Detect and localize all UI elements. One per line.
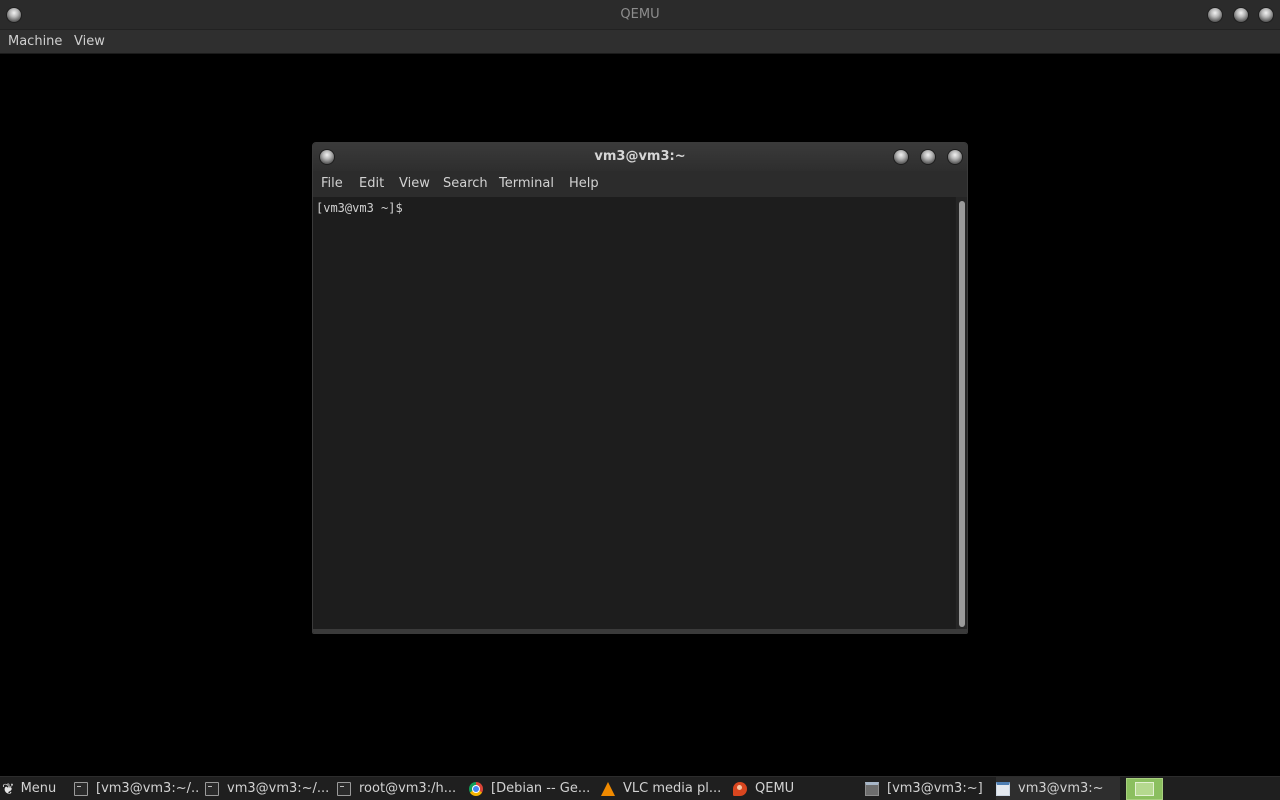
- terminal-window: vm3@vm3:~ File Edit View Search Terminal…: [312, 142, 968, 634]
- terminal-scrollbar-thumb[interactable]: [959, 201, 965, 627]
- terminal-bottom-border: [313, 629, 967, 633]
- terminal-menubar: File Edit View Search Terminal Help: [313, 171, 967, 197]
- taskbar-item-label: QEMU: [755, 781, 795, 796]
- start-menu-label: Menu: [20, 781, 57, 796]
- menu-search[interactable]: Search: [443, 176, 488, 191]
- menu-machine[interactable]: Machine: [8, 34, 62, 49]
- qemu-window-title: QEMU: [620, 7, 660, 22]
- menu-view[interactable]: View: [399, 176, 430, 191]
- terminal-icon: [74, 781, 88, 796]
- taskbar-item-label: vm3@vm3:~: [1018, 781, 1104, 796]
- taskbar-item-label: VLC media pl...: [623, 781, 722, 796]
- terminal-maximize-button[interactable]: [921, 150, 935, 164]
- terminal-scrollbar[interactable]: [956, 197, 967, 633]
- mint-leaf-icon: ❦: [2, 779, 15, 798]
- menu-help[interactable]: Help: [569, 176, 599, 191]
- menu-file[interactable]: File: [321, 176, 343, 191]
- terminal-text-area[interactable]: [vm3@vm3 ~]$: [313, 197, 955, 633]
- chrome-icon: [469, 781, 483, 796]
- taskbar-item-label: vm3@vm3:~/...: [227, 781, 329, 796]
- menu-view[interactable]: View: [74, 34, 105, 49]
- start-menu-button[interactable]: ❦ Menu: [2, 777, 66, 800]
- taskbar-item[interactable]: [vm3@vm3:~]: [865, 777, 989, 800]
- taskbar-item[interactable]: root@vm3:/h...: [337, 777, 461, 800]
- qemu-menubar: Machine View: [0, 30, 1280, 54]
- maximize-button[interactable]: [1234, 8, 1248, 22]
- menu-edit[interactable]: Edit: [359, 176, 384, 191]
- taskbar-item-active[interactable]: vm3@vm3:~: [996, 777, 1120, 800]
- workspace-switcher[interactable]: [1126, 778, 1163, 800]
- qemu-titlebar[interactable]: QEMU: [0, 0, 1280, 30]
- taskbar-item-label: [Debian -- Ge...: [491, 781, 591, 796]
- taskbar-item[interactable]: QEMU: [733, 777, 857, 800]
- taskbar-item[interactable]: vm3@vm3:~/...: [205, 777, 329, 800]
- terminal-minimize-button[interactable]: [894, 150, 908, 164]
- close-button[interactable]: [1259, 8, 1273, 22]
- taskbar-item[interactable]: [Debian -- Ge...: [469, 777, 593, 800]
- menu-terminal[interactable]: Terminal: [499, 176, 554, 191]
- window-icon: [996, 781, 1010, 796]
- terminal-titlebar[interactable]: vm3@vm3:~: [313, 143, 967, 171]
- terminal-close-button[interactable]: [948, 150, 962, 164]
- vlc-cone-icon: [601, 781, 615, 796]
- taskbar: ❦ Menu [vm3@vm3:~/... vm3@vm3:~/... root…: [0, 776, 1280, 800]
- taskbar-item[interactable]: VLC media pl...: [601, 777, 725, 800]
- terminal-title: vm3@vm3:~: [594, 149, 686, 164]
- terminal-icon: [337, 781, 351, 796]
- workspace-window-thumbnail: [1135, 782, 1154, 796]
- shell-prompt: [vm3@vm3 ~]$: [316, 201, 403, 215]
- taskbar-item-label: [vm3@vm3:~]: [887, 781, 983, 796]
- minimize-button[interactable]: [1208, 8, 1222, 22]
- taskbar-item-label: root@vm3:/h...: [359, 781, 457, 796]
- taskbar-item[interactable]: [vm3@vm3:~/...: [74, 777, 198, 800]
- window-icon: [865, 781, 879, 796]
- taskbar-item-label: [vm3@vm3:~/...: [96, 781, 198, 796]
- qemu-icon: [733, 781, 747, 796]
- terminal-icon: [205, 781, 219, 796]
